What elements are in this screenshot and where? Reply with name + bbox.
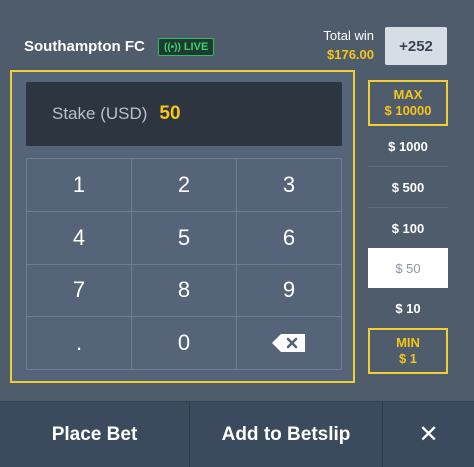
place-bet-button[interactable]: Place Bet bbox=[0, 402, 190, 467]
key-9[interactable]: 9 bbox=[237, 264, 342, 318]
backspace-icon bbox=[271, 333, 307, 353]
key-4[interactable]: 4 bbox=[27, 211, 132, 265]
key-backspace[interactable] bbox=[237, 317, 342, 370]
key-5[interactable]: 5 bbox=[132, 211, 237, 265]
min-value: $ 1 bbox=[398, 351, 418, 366]
odds-box[interactable]: +252 bbox=[385, 27, 447, 65]
stake-keypad-panel: Stake (USD) 50 1 2 3 4 5 6 7 8 9 . 0 bbox=[10, 70, 355, 383]
key-8[interactable]: 8 bbox=[132, 264, 237, 318]
broadcast-icon: ((•)) bbox=[164, 41, 181, 53]
stake-display[interactable]: Stake (USD) 50 bbox=[26, 82, 342, 146]
action-bar: Place Bet Add to Betslip ✕ bbox=[0, 401, 474, 467]
amount-button-100[interactable]: $ 100 bbox=[368, 208, 448, 248]
key-6[interactable]: 6 bbox=[237, 211, 342, 265]
numeric-keypad: 1 2 3 4 5 6 7 8 9 . 0 bbox=[26, 158, 342, 370]
key-2[interactable]: 2 bbox=[132, 159, 237, 212]
live-label: LIVE bbox=[183, 41, 209, 53]
key-decimal[interactable]: . bbox=[27, 317, 132, 370]
live-badge: ((•)) LIVE bbox=[158, 38, 215, 56]
key-3[interactable]: 3 bbox=[237, 159, 342, 212]
bet-header: Southampton FC ((•)) LIVE Total win $176… bbox=[0, 0, 474, 70]
quick-amounts: MAX $ 10000 $ 1000 $ 500 $ 100 $ 50 $ 10… bbox=[368, 80, 448, 374]
amount-button-50[interactable]: $ 50 bbox=[368, 248, 448, 288]
total-win-label: Total win bbox=[323, 28, 374, 43]
stake-value: 50 bbox=[159, 103, 181, 124]
close-icon[interactable]: ✕ bbox=[383, 402, 474, 467]
amount-button-500[interactable]: $ 500 bbox=[368, 167, 448, 207]
amount-button-1000[interactable]: $ 1000 bbox=[368, 126, 448, 166]
key-7[interactable]: 7 bbox=[27, 264, 132, 318]
max-amount-button[interactable]: MAX $ 10000 bbox=[368, 80, 448, 126]
add-to-betslip-button[interactable]: Add to Betslip bbox=[190, 402, 383, 467]
min-amount-button[interactable]: MIN $ 1 bbox=[368, 328, 448, 374]
stake-label: Stake (USD) bbox=[52, 104, 148, 123]
min-label: MIN bbox=[396, 334, 420, 350]
total-win-amount: $176.00 bbox=[327, 47, 374, 62]
max-value: $ 10000 bbox=[384, 103, 432, 118]
key-1[interactable]: 1 bbox=[27, 159, 132, 212]
max-label: MAX bbox=[393, 86, 423, 102]
team-name: Southampton FC bbox=[24, 38, 145, 55]
amount-button-10[interactable]: $ 10 bbox=[368, 288, 448, 328]
key-0[interactable]: 0 bbox=[132, 317, 237, 370]
